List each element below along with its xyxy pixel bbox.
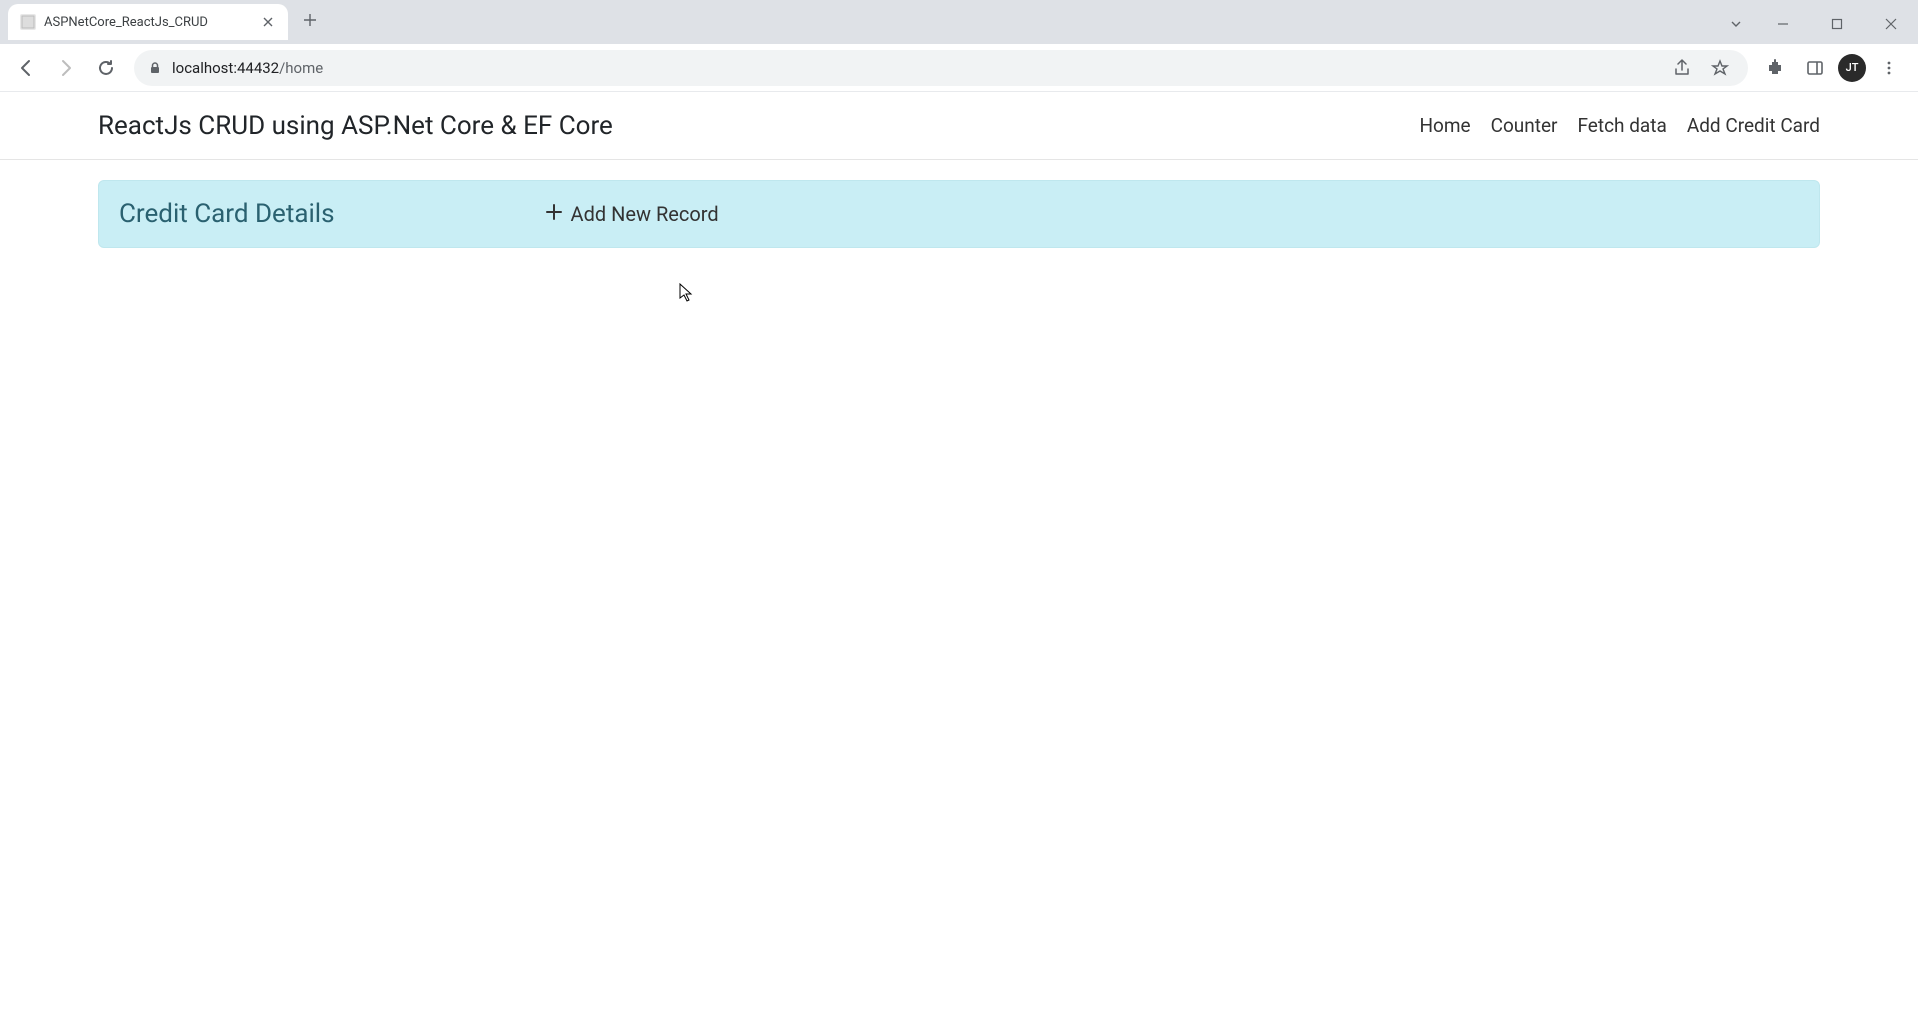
app-navbar: ReactJs CRUD using ASP.Net Core & EF Cor…	[0, 92, 1918, 160]
nav-link-fetch-data[interactable]: Fetch data	[1577, 114, 1666, 137]
nav-link-counter[interactable]: Counter	[1491, 114, 1558, 137]
toolbar-icons: JT	[1758, 51, 1910, 85]
menu-button[interactable]	[1872, 51, 1906, 85]
add-record-label: Add New Record	[571, 202, 719, 226]
new-tab-button[interactable]	[296, 6, 324, 34]
card-title: Credit Card Details	[119, 199, 335, 229]
side-panel-icon[interactable]	[1798, 51, 1832, 85]
mouse-cursor-icon	[679, 283, 695, 307]
tabs-dropdown-button[interactable]	[1720, 8, 1752, 40]
url-text: localhost:44432/home	[172, 59, 1658, 77]
favicon-icon	[20, 14, 36, 30]
tab-strip: ASPNetCore_ReactJs_CRUD	[0, 0, 324, 44]
card-header: Credit Card Details Add New Record	[98, 180, 1820, 248]
add-new-record-button[interactable]: Add New Record	[545, 202, 719, 227]
address-bar[interactable]: localhost:44432/home	[134, 50, 1748, 86]
close-tab-button[interactable]	[260, 14, 276, 30]
bookmark-star-icon[interactable]	[1706, 51, 1734, 85]
profile-avatar[interactable]: JT	[1838, 54, 1866, 82]
back-button[interactable]	[8, 50, 44, 86]
minimize-button[interactable]	[1760, 8, 1806, 40]
main-area: Credit Card Details Add New Record	[0, 160, 1918, 268]
close-window-button[interactable]	[1868, 8, 1914, 40]
maximize-button[interactable]	[1814, 8, 1860, 40]
page-content: ReactJs CRUD using ASP.Net Core & EF Cor…	[0, 92, 1918, 268]
nav-links: Home Counter Fetch data Add Credit Card	[1419, 114, 1820, 137]
url-domain: localhost:44432	[172, 59, 279, 77]
lock-icon	[148, 61, 162, 75]
forward-button[interactable]	[48, 50, 84, 86]
tab-title: ASPNetCore_ReactJs_CRUD	[44, 15, 252, 30]
avatar-initials: JT	[1846, 61, 1859, 74]
extensions-icon[interactable]	[1758, 51, 1792, 85]
plus-icon	[545, 202, 563, 227]
reload-button[interactable]	[88, 50, 124, 86]
url-path: /home	[279, 59, 323, 77]
share-icon[interactable]	[1668, 51, 1696, 85]
nav-link-home[interactable]: Home	[1419, 114, 1470, 137]
nav-link-add-credit-card[interactable]: Add Credit Card	[1687, 114, 1820, 137]
app-title: ReactJs CRUD using ASP.Net Core & EF Cor…	[98, 111, 613, 141]
browser-tab-active[interactable]: ASPNetCore_ReactJs_CRUD	[8, 4, 288, 40]
browser-tab-bar: ASPNetCore_ReactJs_CRUD	[0, 0, 1918, 44]
window-controls	[1720, 8, 1918, 44]
browser-toolbar: localhost:44432/home JT	[0, 44, 1918, 92]
